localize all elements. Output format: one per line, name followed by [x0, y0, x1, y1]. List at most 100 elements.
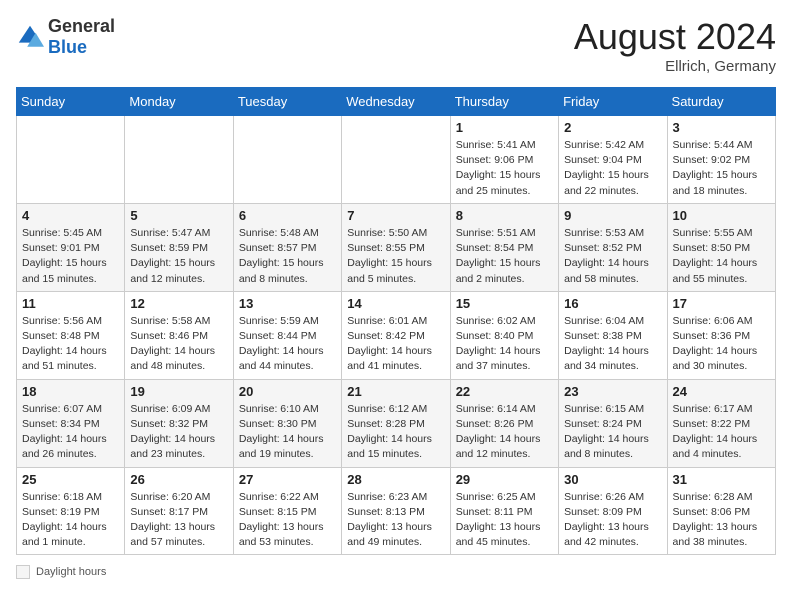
- day-number: 14: [347, 296, 444, 311]
- day-number: 13: [239, 296, 336, 311]
- day-info: Sunrise: 6:17 AM Sunset: 8:22 PM Dayligh…: [673, 402, 770, 463]
- day-info: Sunrise: 6:10 AM Sunset: 8:30 PM Dayligh…: [239, 402, 336, 463]
- calendar-week-5: 25Sunrise: 6:18 AM Sunset: 8:19 PM Dayli…: [17, 467, 776, 555]
- day-info: Sunrise: 5:45 AM Sunset: 9:01 PM Dayligh…: [22, 226, 119, 287]
- day-number: 6: [239, 208, 336, 223]
- calendar-cell: 7Sunrise: 5:50 AM Sunset: 8:55 PM Daylig…: [342, 203, 450, 291]
- calendar-cell: [17, 116, 125, 204]
- day-number: 3: [673, 120, 770, 135]
- day-info: Sunrise: 6:12 AM Sunset: 8:28 PM Dayligh…: [347, 402, 444, 463]
- calendar-header-row: SundayMondayTuesdayWednesdayThursdayFrid…: [17, 88, 776, 116]
- day-info: Sunrise: 6:28 AM Sunset: 8:06 PM Dayligh…: [673, 490, 770, 551]
- col-header-saturday: Saturday: [667, 88, 775, 116]
- day-info: Sunrise: 5:55 AM Sunset: 8:50 PM Dayligh…: [673, 226, 770, 287]
- col-header-thursday: Thursday: [450, 88, 558, 116]
- calendar-week-4: 18 Sunrise: 6:07 AM Sunset: 8:34 PM Dayli…: [17, 379, 776, 467]
- calendar-cell: 9 Sunrise: 5:53 AM Sunset: 8:52 PM Daylig…: [559, 203, 667, 291]
- day-number: 1: [456, 120, 553, 135]
- day-info: Sunrise: 6:25 AM Sunset: 8:11 PM Dayligh…: [456, 490, 553, 551]
- col-header-monday: Monday: [125, 88, 233, 116]
- day-number: 15: [456, 296, 553, 311]
- col-header-sunday: Sunday: [17, 88, 125, 116]
- footer: Daylight hours: [16, 565, 776, 579]
- calendar-cell: [125, 116, 233, 204]
- logo-blue: Blue: [48, 37, 87, 57]
- calendar-cell: 14Sunrise: 6:01 AM Sunset: 8:42 PM Dayli…: [342, 291, 450, 379]
- calendar-cell: 12Sunrise: 5:58 AM Sunset: 8:46 PM Dayli…: [125, 291, 233, 379]
- daylight-box-icon: [16, 565, 30, 579]
- day-number: 27: [239, 472, 336, 487]
- calendar-cell: [342, 116, 450, 204]
- day-info: Sunrise: 6:04 AM Sunset: 8:38 PM Dayligh…: [564, 314, 661, 375]
- calendar-cell: 27 Sunrise: 6:22 AM Sunset: 8:15 PM Dayli…: [233, 467, 341, 555]
- calendar-cell: 5 Sunrise: 5:47 AM Sunset: 8:59 PM Daylig…: [125, 203, 233, 291]
- calendar: SundayMondayTuesdayWednesdayThursdayFrid…: [16, 87, 776, 555]
- logo-general: General: [48, 16, 115, 36]
- calendar-cell: 24 Sunrise: 6:17 AM Sunset: 8:22 PM Dayli…: [667, 379, 775, 467]
- day-number: 21: [347, 384, 444, 399]
- day-info: Sunrise: 6:18 AM Sunset: 8:19 PM Dayligh…: [22, 490, 119, 551]
- calendar-cell: 6Sunrise: 5:48 AM Sunset: 8:57 PM Daylig…: [233, 203, 341, 291]
- calendar-cell: 21 Sunrise: 6:12 AM Sunset: 8:28 PM Dayli…: [342, 379, 450, 467]
- day-info: Sunrise: 5:59 AM Sunset: 8:44 PM Dayligh…: [239, 314, 336, 375]
- col-header-tuesday: Tuesday: [233, 88, 341, 116]
- day-number: 17: [673, 296, 770, 311]
- day-info: Sunrise: 5:58 AM Sunset: 8:46 PM Dayligh…: [130, 314, 227, 375]
- col-header-wednesday: Wednesday: [342, 88, 450, 116]
- day-info: Sunrise: 6:14 AM Sunset: 8:26 PM Dayligh…: [456, 402, 553, 463]
- day-info: Sunrise: 5:42 AM Sunset: 9:04 PM Dayligh…: [564, 138, 661, 199]
- calendar-cell: 16 Sunrise: 6:04 AM Sunset: 8:38 PM Dayli…: [559, 291, 667, 379]
- calendar-cell: 23 Sunrise: 6:15 AM Sunset: 8:24 PM Dayli…: [559, 379, 667, 467]
- day-number: 18: [22, 384, 119, 399]
- calendar-cell: 28Sunrise: 6:23 AM Sunset: 8:13 PM Dayli…: [342, 467, 450, 555]
- day-info: Sunrise: 6:22 AM Sunset: 8:15 PM Dayligh…: [239, 490, 336, 551]
- day-number: 10: [673, 208, 770, 223]
- day-info: Sunrise: 6:15 AM Sunset: 8:24 PM Dayligh…: [564, 402, 661, 463]
- day-info: Sunrise: 6:06 AM Sunset: 8:36 PM Dayligh…: [673, 314, 770, 375]
- calendar-cell: 22 Sunrise: 6:14 AM Sunset: 8:26 PM Dayli…: [450, 379, 558, 467]
- day-number: 31: [673, 472, 770, 487]
- calendar-cell: 31 Sunrise: 6:28 AM Sunset: 8:06 PM Dayli…: [667, 467, 775, 555]
- daylight-label: Daylight hours: [36, 566, 106, 578]
- calendar-cell: 20Sunrise: 6:10 AM Sunset: 8:30 PM Dayli…: [233, 379, 341, 467]
- logo-icon: [16, 23, 44, 51]
- calendar-cell: 26Sunrise: 6:20 AM Sunset: 8:17 PM Dayli…: [125, 467, 233, 555]
- day-info: Sunrise: 6:26 AM Sunset: 8:09 PM Dayligh…: [564, 490, 661, 551]
- day-info: Sunrise: 6:20 AM Sunset: 8:17 PM Dayligh…: [130, 490, 227, 551]
- day-number: 8: [456, 208, 553, 223]
- day-number: 22: [456, 384, 553, 399]
- day-number: 4: [22, 208, 119, 223]
- day-info: Sunrise: 6:02 AM Sunset: 8:40 PM Dayligh…: [456, 314, 553, 375]
- day-number: 23: [564, 384, 661, 399]
- day-number: 16: [564, 296, 661, 311]
- location: Ellrich, Germany: [574, 58, 776, 75]
- day-number: 24: [673, 384, 770, 399]
- day-number: 5: [130, 208, 227, 223]
- title-block: August 2024 Ellrich, Germany: [574, 16, 776, 75]
- day-number: 7: [347, 208, 444, 223]
- calendar-cell: 8Sunrise: 5:51 AM Sunset: 8:54 PM Daylig…: [450, 203, 558, 291]
- col-header-friday: Friday: [559, 88, 667, 116]
- calendar-cell: 18 Sunrise: 6:07 AM Sunset: 8:34 PM Dayli…: [17, 379, 125, 467]
- calendar-cell: 4 Sunrise: 5:45 AM Sunset: 9:01 PM Daylig…: [17, 203, 125, 291]
- day-info: Sunrise: 5:53 AM Sunset: 8:52 PM Dayligh…: [564, 226, 661, 287]
- month-year: August 2024: [574, 16, 776, 58]
- day-info: Sunrise: 5:47 AM Sunset: 8:59 PM Dayligh…: [130, 226, 227, 287]
- day-number: 28: [347, 472, 444, 487]
- calendar-week-1: 1Sunrise: 5:41 AM Sunset: 9:06 PM Daylig…: [17, 116, 776, 204]
- calendar-cell: 29Sunrise: 6:25 AM Sunset: 8:11 PM Dayli…: [450, 467, 558, 555]
- day-number: 19: [130, 384, 227, 399]
- calendar-cell: 19Sunrise: 6:09 AM Sunset: 8:32 PM Dayli…: [125, 379, 233, 467]
- day-number: 9: [564, 208, 661, 223]
- calendar-cell: 30 Sunrise: 6:26 AM Sunset: 8:09 PM Dayli…: [559, 467, 667, 555]
- calendar-cell: 15 Sunrise: 6:02 AM Sunset: 8:40 PM Dayli…: [450, 291, 558, 379]
- calendar-cell: 11Sunrise: 5:56 AM Sunset: 8:48 PM Dayli…: [17, 291, 125, 379]
- logo: General Blue: [16, 16, 115, 58]
- calendar-week-2: 4 Sunrise: 5:45 AM Sunset: 9:01 PM Daylig…: [17, 203, 776, 291]
- page-header: General Blue August 2024 Ellrich, German…: [16, 16, 776, 75]
- logo-text: General Blue: [48, 16, 115, 58]
- day-number: 30: [564, 472, 661, 487]
- day-number: 2: [564, 120, 661, 135]
- calendar-cell: [233, 116, 341, 204]
- day-info: Sunrise: 6:07 AM Sunset: 8:34 PM Dayligh…: [22, 402, 119, 463]
